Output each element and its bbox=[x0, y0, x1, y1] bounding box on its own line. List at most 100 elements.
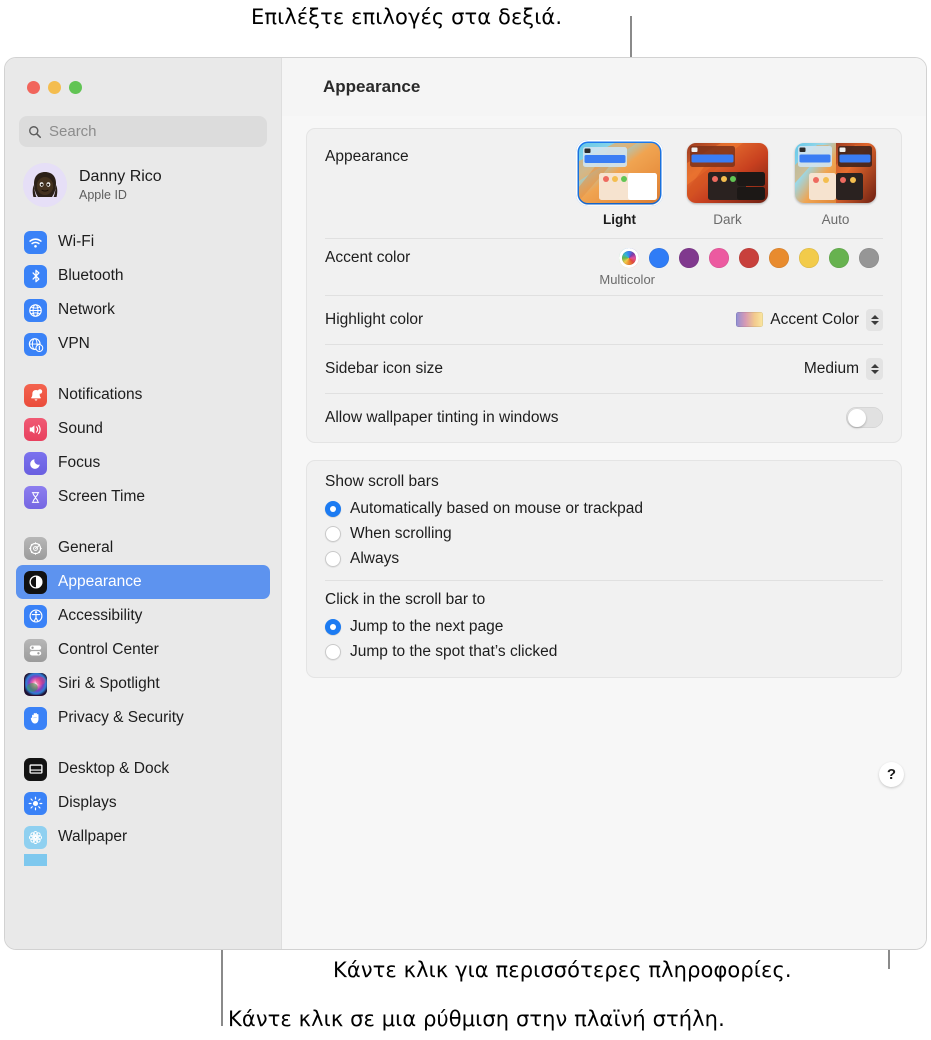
accent-swatch-pink[interactable] bbox=[709, 248, 729, 268]
accent-swatch-yellow[interactable] bbox=[799, 248, 819, 268]
close-button[interactable] bbox=[27, 81, 40, 94]
sidebar-item-desktop-dock[interactable]: Desktop & Dock bbox=[16, 752, 270, 786]
sidebar-item-wallpaper[interactable]: Wallpaper bbox=[16, 820, 270, 854]
sidebar-icon-size-popup[interactable]: Medium bbox=[803, 357, 883, 380]
sidebar-item-label: Sound bbox=[58, 420, 103, 437]
account-name: Danny Rico bbox=[79, 167, 162, 185]
sidebar-item-accessibility[interactable]: Accessibility bbox=[16, 599, 270, 633]
theme-option-auto[interactable]: Auto bbox=[792, 140, 879, 227]
accent-swatch-red[interactable] bbox=[739, 248, 759, 268]
main-panel: Appearance Appearance Light Dark Auto Ac… bbox=[282, 58, 926, 949]
theme-thumbnail-dark bbox=[687, 143, 768, 203]
sidebar-item-vpn[interactable]: VPN bbox=[16, 327, 270, 361]
sidebar-item-label: Control Center bbox=[58, 641, 159, 658]
theme-thumbnail-light bbox=[579, 143, 660, 203]
hand-icon bbox=[24, 706, 47, 730]
account-subtitle: Apple ID bbox=[79, 187, 127, 202]
sidebar-item-label: Bluetooth bbox=[58, 267, 124, 284]
bell-icon bbox=[24, 383, 47, 407]
sidebar-item-label: Privacy & Security bbox=[58, 709, 184, 726]
divider bbox=[325, 580, 883, 581]
sidebar-item-sound[interactable]: Sound bbox=[16, 412, 270, 446]
sidebar-item-label: Appearance bbox=[58, 573, 142, 590]
sidebar-item-partial[interactable] bbox=[16, 854, 270, 866]
control-center-icon bbox=[24, 638, 47, 662]
sidebar-item-screen-time[interactable]: Screen Time bbox=[16, 480, 270, 514]
display-icon bbox=[24, 791, 47, 815]
annotation-bottom-left: Κάντε κλικ σε μια ρύθμιση στην πλαϊνή στ… bbox=[228, 1007, 725, 1031]
theme-label: Dark bbox=[713, 212, 742, 227]
click-scroll-bar-title: Click in the scroll bar to bbox=[325, 591, 486, 608]
appearance-settings-card: Appearance Light Dark Auto Accent color … bbox=[306, 128, 902, 443]
maximize-button[interactable] bbox=[69, 81, 82, 94]
account-row[interactable]: Danny Rico Apple ID bbox=[5, 147, 281, 225]
sidebar-item-label: Screen Time bbox=[58, 488, 146, 505]
avatar bbox=[23, 163, 67, 207]
sidebar-icon-size-value: Medium bbox=[803, 359, 859, 377]
sidebar-group-desktop: Desktop & Dock Displays Wallpaper bbox=[5, 752, 281, 866]
sidebar-item-label: Wallpaper bbox=[58, 828, 128, 845]
sidebar-item-appearance[interactable]: Appearance bbox=[16, 565, 270, 599]
theme-option-dark[interactable]: Dark bbox=[684, 140, 771, 227]
radio-button bbox=[325, 550, 341, 567]
theme-option-light[interactable]: Light bbox=[576, 140, 663, 227]
sidebar-group-system: General Appearance Accessibility Control… bbox=[5, 531, 281, 735]
search-icon bbox=[28, 125, 42, 139]
sidebar-item-notifications[interactable]: Notifications bbox=[16, 378, 270, 412]
sidebar-item-displays[interactable]: Displays bbox=[16, 786, 270, 820]
accent-swatch-multicolor[interactable] bbox=[619, 248, 639, 268]
accent-swatch-orange[interactable] bbox=[769, 248, 789, 268]
accent-swatch-green[interactable] bbox=[829, 248, 849, 268]
desktop-dock-icon bbox=[24, 757, 47, 781]
accent-color-label: Accent color bbox=[325, 249, 411, 266]
sidebar-item-label: Notifications bbox=[58, 386, 143, 403]
accent-swatch-graphite[interactable] bbox=[859, 248, 879, 268]
highlight-color-popup[interactable]: Accent Color bbox=[736, 308, 883, 331]
sidebar-item-wi-fi[interactable]: Wi-Fi bbox=[16, 225, 270, 259]
sidebar-item-control-center[interactable]: Control Center bbox=[16, 633, 270, 667]
theme-label: Light bbox=[603, 212, 636, 227]
sidebar-item-siri-spotlight[interactable]: Siri & Spotlight bbox=[16, 667, 270, 701]
radio-always[interactable]: Always bbox=[325, 546, 883, 571]
screen-saver-icon bbox=[24, 854, 47, 866]
sidebar-item-focus[interactable]: Focus bbox=[16, 446, 270, 480]
system-settings-window: Search Danny Rico Apple ID Wi-Fi Bluetoo… bbox=[4, 57, 927, 950]
radio-label: When scrolling bbox=[350, 524, 452, 542]
speaker-icon bbox=[24, 417, 47, 441]
hourglass-icon bbox=[24, 485, 47, 509]
help-button[interactable]: ? bbox=[879, 762, 904, 787]
network-icon bbox=[24, 298, 47, 322]
wallpaper-tinting-toggle[interactable] bbox=[846, 407, 883, 428]
sidebar-item-general[interactable]: General bbox=[16, 531, 270, 565]
radio-jump-next-page[interactable]: Jump to the next page bbox=[325, 614, 883, 639]
accent-swatch-blue[interactable] bbox=[649, 248, 669, 268]
traffic-lights bbox=[5, 58, 281, 116]
search-input[interactable]: Search bbox=[19, 116, 267, 147]
chevron-updown-icon bbox=[866, 357, 883, 380]
sidebar-item-label: Wi-Fi bbox=[58, 233, 95, 250]
sidebar-item-label: Desktop & Dock bbox=[58, 760, 170, 777]
sidebar-item-label: Siri & Spotlight bbox=[58, 675, 160, 692]
accent-swatch-purple[interactable] bbox=[679, 248, 699, 268]
radio-button bbox=[325, 525, 341, 542]
sidebar-item-bluetooth[interactable]: Bluetooth bbox=[16, 259, 270, 293]
minimize-button[interactable] bbox=[48, 81, 61, 94]
accent-color-row: Accent color Multicolor bbox=[307, 238, 901, 295]
gear-icon bbox=[24, 536, 47, 560]
appearance-row: Appearance Light Dark Auto bbox=[307, 129, 901, 238]
annotation-top: Επιλέξτε επιλογές στα δεξιά. bbox=[251, 5, 563, 29]
sidebar-icon-size-row: Sidebar icon size Medium bbox=[307, 344, 901, 393]
sidebar-icon-size-label: Sidebar icon size bbox=[325, 359, 444, 377]
sidebar-item-label: VPN bbox=[58, 335, 90, 352]
wallpaper-tinting-label: Allow wallpaper tinting in windows bbox=[325, 408, 559, 426]
page-title: Appearance bbox=[282, 58, 926, 116]
sidebar-item-label: Focus bbox=[58, 454, 101, 471]
radio-when-scrolling[interactable]: When scrolling bbox=[325, 521, 883, 546]
radio-auto-scroll-bars[interactable]: Automatically based on mouse or trackpad bbox=[325, 496, 883, 521]
sidebar-item-network[interactable]: Network bbox=[16, 293, 270, 327]
accessibility-icon bbox=[24, 604, 47, 628]
theme-label: Auto bbox=[821, 212, 850, 227]
radio-jump-to-spot[interactable]: Jump to the spot that’s clicked bbox=[325, 639, 883, 664]
sidebar-item-label: Accessibility bbox=[58, 607, 143, 624]
sidebar-item-privacy-security[interactable]: Privacy & Security bbox=[16, 701, 270, 735]
